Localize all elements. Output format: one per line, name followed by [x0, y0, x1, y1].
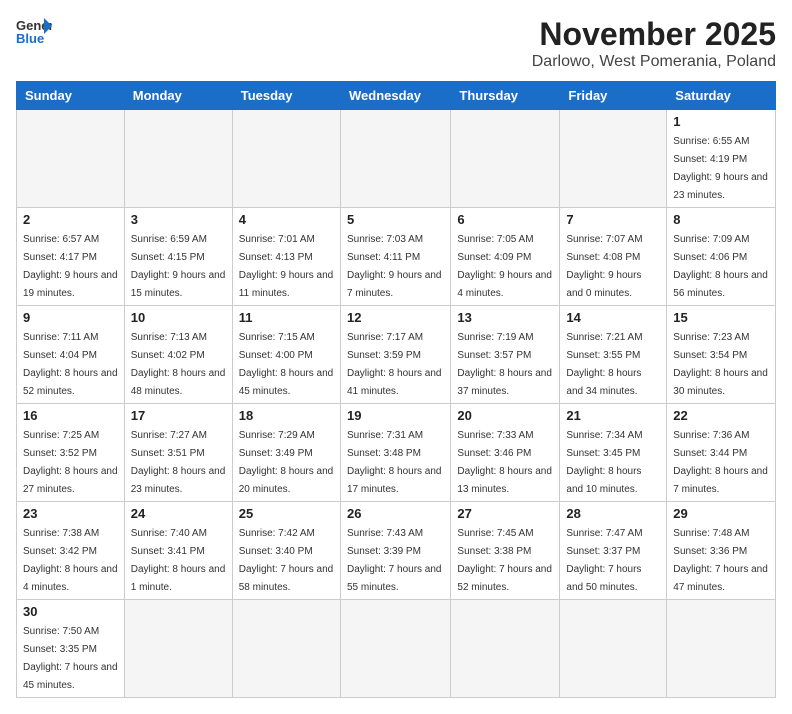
day-18: 18 Sunrise: 7:29 AM Sunset: 3:49 PM Dayl… [232, 404, 340, 502]
day-6: 6 Sunrise: 7:05 AM Sunset: 4:09 PM Dayli… [451, 208, 560, 306]
day-11: 11 Sunrise: 7:15 AM Sunset: 4:00 PM Dayl… [232, 306, 340, 404]
day-13: 13 Sunrise: 7:19 AM Sunset: 3:57 PM Dayl… [451, 306, 560, 404]
day-5: 5 Sunrise: 7:03 AM Sunset: 4:11 PM Dayli… [340, 208, 450, 306]
day-29: 29 Sunrise: 7:48 AM Sunset: 3:36 PM Dayl… [667, 502, 776, 600]
location-title: Darlowo, West Pomerania, Poland [532, 53, 776, 71]
header-wednesday: Wednesday [340, 82, 450, 110]
day-2: 2 Sunrise: 6:57 AM Sunset: 4:17 PM Dayli… [17, 208, 125, 306]
day-8: 8 Sunrise: 7:09 AM Sunset: 4:06 PM Dayli… [667, 208, 776, 306]
week-row-4: 16 Sunrise: 7:25 AM Sunset: 3:52 PM Dayl… [17, 404, 776, 502]
day-4: 4 Sunrise: 7:01 AM Sunset: 4:13 PM Dayli… [232, 208, 340, 306]
empty-cell [124, 600, 232, 698]
empty-cell [667, 600, 776, 698]
empty-cell [340, 600, 450, 698]
week-row-6: 30 Sunrise: 7:50 AM Sunset: 3:35 PM Dayl… [17, 600, 776, 698]
day-22: 22 Sunrise: 7:36 AM Sunset: 3:44 PM Dayl… [667, 404, 776, 502]
day-25: 25 Sunrise: 7:42 AM Sunset: 3:40 PM Dayl… [232, 502, 340, 600]
day-16: 16 Sunrise: 7:25 AM Sunset: 3:52 PM Dayl… [17, 404, 125, 502]
week-row-2: 2 Sunrise: 6:57 AM Sunset: 4:17 PM Dayli… [17, 208, 776, 306]
day-20: 20 Sunrise: 7:33 AM Sunset: 3:46 PM Dayl… [451, 404, 560, 502]
empty-cell [560, 600, 667, 698]
empty-cell [124, 110, 232, 208]
header-tuesday: Tuesday [232, 82, 340, 110]
empty-cell [232, 600, 340, 698]
header-sunday: Sunday [17, 82, 125, 110]
empty-cell [340, 110, 450, 208]
empty-cell [232, 110, 340, 208]
calendar: Sunday Monday Tuesday Wednesday Thursday… [16, 81, 776, 698]
logo-icon: General Blue [16, 16, 52, 46]
day-10: 10 Sunrise: 7:13 AM Sunset: 4:02 PM Dayl… [124, 306, 232, 404]
day-21: 21 Sunrise: 7:34 AM Sunset: 3:45 PM Dayl… [560, 404, 667, 502]
week-row-1: 1 Sunrise: 6:55 AM Sunset: 4:19 PM Dayli… [17, 110, 776, 208]
empty-cell [560, 110, 667, 208]
header-monday: Monday [124, 82, 232, 110]
day-26: 26 Sunrise: 7:43 AM Sunset: 3:39 PM Dayl… [340, 502, 450, 600]
day-19: 19 Sunrise: 7:31 AM Sunset: 3:48 PM Dayl… [340, 404, 450, 502]
week-row-3: 9 Sunrise: 7:11 AM Sunset: 4:04 PM Dayli… [17, 306, 776, 404]
header-thursday: Thursday [451, 82, 560, 110]
day-27: 27 Sunrise: 7:45 AM Sunset: 3:38 PM Dayl… [451, 502, 560, 600]
title-area: November 2025 Darlowo, West Pomerania, P… [532, 16, 776, 71]
empty-cell [451, 600, 560, 698]
day-7: 7 Sunrise: 7:07 AM Sunset: 4:08 PM Dayli… [560, 208, 667, 306]
header-saturday: Saturday [667, 82, 776, 110]
week-row-5: 23 Sunrise: 7:38 AM Sunset: 3:42 PM Dayl… [17, 502, 776, 600]
day-12: 12 Sunrise: 7:17 AM Sunset: 3:59 PM Dayl… [340, 306, 450, 404]
day-3: 3 Sunrise: 6:59 AM Sunset: 4:15 PM Dayli… [124, 208, 232, 306]
empty-cell [17, 110, 125, 208]
day-24: 24 Sunrise: 7:40 AM Sunset: 3:41 PM Dayl… [124, 502, 232, 600]
month-title: November 2025 [532, 16, 776, 53]
day-1: 1 Sunrise: 6:55 AM Sunset: 4:19 PM Dayli… [667, 110, 776, 208]
logo: General Blue [16, 16, 52, 46]
header: General Blue November 2025 Darlowo, West… [16, 16, 776, 71]
day-15: 15 Sunrise: 7:23 AM Sunset: 3:54 PM Dayl… [667, 306, 776, 404]
header-friday: Friday [560, 82, 667, 110]
svg-text:Blue: Blue [16, 31, 44, 46]
day-30: 30 Sunrise: 7:50 AM Sunset: 3:35 PM Dayl… [17, 600, 125, 698]
day-9: 9 Sunrise: 7:11 AM Sunset: 4:04 PM Dayli… [17, 306, 125, 404]
day-17: 17 Sunrise: 7:27 AM Sunset: 3:51 PM Dayl… [124, 404, 232, 502]
weekday-header-row: Sunday Monday Tuesday Wednesday Thursday… [17, 82, 776, 110]
empty-cell [451, 110, 560, 208]
day-14: 14 Sunrise: 7:21 AM Sunset: 3:55 PM Dayl… [560, 306, 667, 404]
day-23: 23 Sunrise: 7:38 AM Sunset: 3:42 PM Dayl… [17, 502, 125, 600]
day-28: 28 Sunrise: 7:47 AM Sunset: 3:37 PM Dayl… [560, 502, 667, 600]
